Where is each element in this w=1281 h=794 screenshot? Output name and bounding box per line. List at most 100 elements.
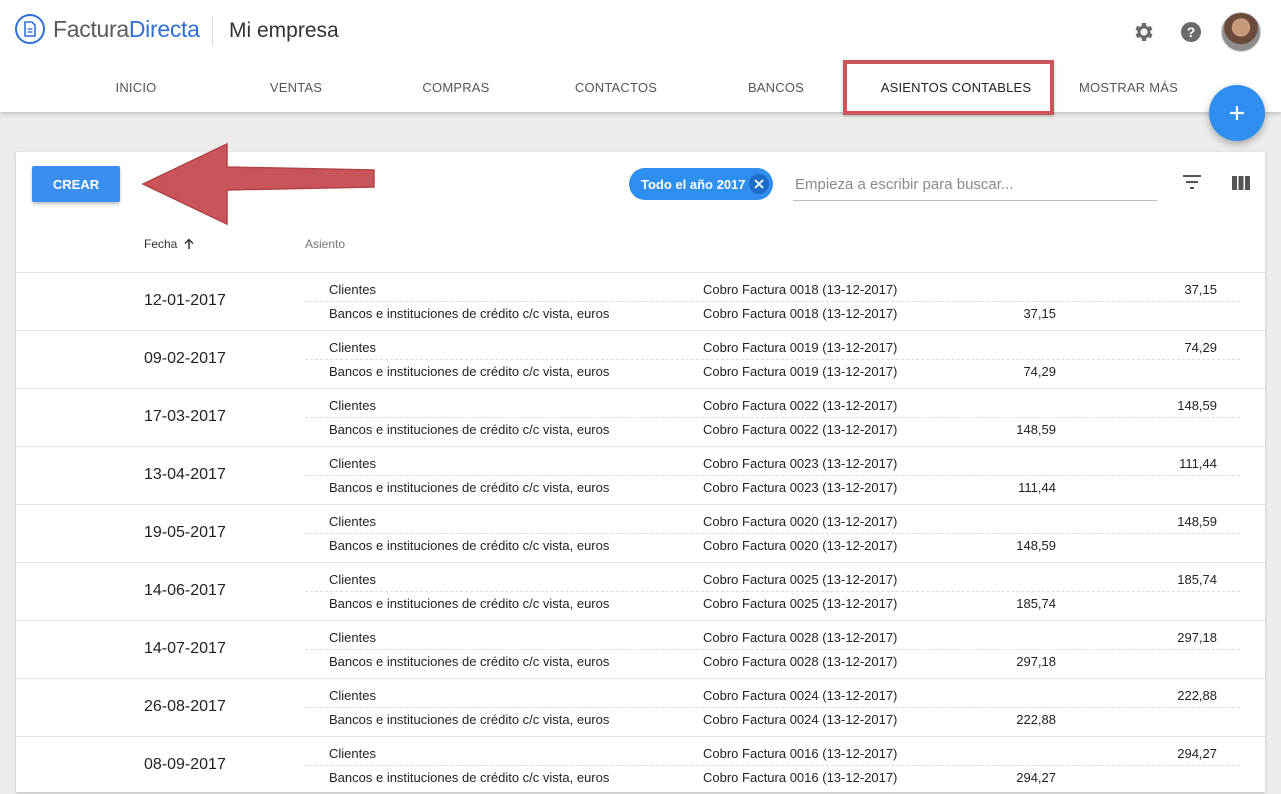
entry-line: Clientes Cobro Factura 0028 (13-12-2017) 2… [305,625,1240,650]
company-name[interactable]: Mi empresa [229,19,339,43]
tab-contactos[interactable]: CONTACTOS [536,62,696,112]
entry-description: Cobro Factura 0018 (13-12-2017) [703,306,898,321]
debit-amount: 37,15 [1023,306,1056,321]
entry-line: Clientes Cobro Factura 0025 (13-12-2017) 1… [305,567,1240,592]
credit-amount: 222,88 [1177,688,1217,703]
plus-icon [1230,106,1244,120]
account-name: Clientes [329,398,376,413]
account-name: Clientes [329,456,376,471]
credit-amount: 74,29 [1184,340,1217,355]
columns-view-icon[interactable] [1232,176,1250,195]
tab-inicio[interactable]: INICIO [56,62,216,112]
entry-date: 09-02-2017 [144,350,226,367]
table-row[interactable]: 09-02-2017 Clientes Cobro Factura 0019 (13… [16,330,1265,388]
table-row[interactable]: 26-08-2017 Clientes Cobro Factura 0024 (13… [16,678,1265,736]
help-icon[interactable]: ? [1171,12,1211,52]
tab-bancos[interactable]: BANCOS [696,62,856,112]
account-name: Bancos e instituciones de crédito c/c vi… [329,712,610,727]
debit-amount: 74,29 [1023,364,1056,379]
entry-date: 12-01-2017 [144,292,226,309]
entry-date: 14-06-2017 [144,582,226,599]
svg-text:?: ? [1187,24,1196,40]
credit-amount: 148,59 [1177,398,1217,413]
entry-date: 19-05-2017 [144,524,226,541]
entry-line: Bancos e instituciones de crédito c/c vi… [305,475,1240,499]
entries-list: 12-01-2017 Clientes Cobro Factura 0018 (13… [16,272,1265,794]
entry-line: Bancos e instituciones de crédito c/c vi… [305,707,1240,731]
credit-amount: 148,59 [1177,514,1217,529]
account-name: Clientes [329,746,376,761]
table-row[interactable]: 14-06-2017 Clientes Cobro Factura 0025 (13… [16,562,1265,620]
debit-amount: 294,27 [1016,770,1056,785]
settings-icon[interactable] [1123,12,1163,52]
entry-date: 14-07-2017 [144,640,226,657]
credit-amount: 111,44 [1179,456,1217,471]
credit-amount: 37,15 [1184,282,1217,297]
entry-description: Cobro Factura 0024 (13-12-2017) [703,712,898,727]
arrow-up-icon [184,238,194,249]
tab-ventas[interactable]: VENTAS [216,62,376,112]
logo-word-2: Directa [128,15,200,42]
add-fab-button[interactable] [1209,85,1265,141]
entry-description: Cobro Factura 0022 (13-12-2017) [703,422,898,437]
document-icon [15,14,45,44]
entry-line: Bancos e instituciones de crédito c/c vi… [305,417,1240,441]
entry-line: Clientes Cobro Factura 0018 (13-12-2017) 3… [305,277,1240,302]
entry-line: Bancos e instituciones de crédito c/c vi… [305,649,1240,673]
account-name: Bancos e instituciones de crédito c/c vi… [329,364,610,379]
account-name: Clientes [329,572,376,587]
table-row[interactable]: 19-05-2017 Clientes Cobro Factura 0020 (13… [16,504,1265,562]
table-row[interactable]: 12-01-2017 Clientes Cobro Factura 0018 (13… [16,272,1265,330]
entry-description: Cobro Factura 0025 (13-12-2017) [703,572,898,587]
debit-amount: 297,18 [1016,654,1056,669]
avatar[interactable] [1221,12,1261,52]
column-header-fecha[interactable]: Fecha [144,237,195,251]
entry-description: Cobro Factura 0024 (13-12-2017) [703,688,898,703]
account-name: Clientes [329,282,376,297]
debit-amount: 185,74 [1016,596,1056,611]
account-name: Clientes [329,340,376,355]
entry-description: Cobro Factura 0028 (13-12-2017) [703,654,898,669]
table-row[interactable]: 13-04-2017 Clientes Cobro Factura 0023 (13… [16,446,1265,504]
annotation-arrow [141,142,375,226]
entry-line: Bancos e instituciones de crédito c/c vi… [305,765,1240,789]
filter-chip-label: Todo el año 2017 [641,176,746,192]
debit-amount: 111,44 [1018,480,1056,495]
debit-amount: 148,59 [1016,422,1056,437]
account-name: Bancos e instituciones de crédito c/c vi… [329,654,610,669]
entry-description: Cobro Factura 0018 (13-12-2017) [703,282,898,297]
entry-line: Clientes Cobro Factura 0022 (13-12-2017) 1… [305,393,1240,418]
table-row[interactable]: 08-09-2017 Clientes Cobro Factura 0016 (13… [16,736,1265,794]
entry-line: Clientes Cobro Factura 0023 (13-12-2017) 1… [305,451,1240,476]
facturadirecta-logo[interactable]: FacturaDirecta [15,14,200,44]
entry-line: Bancos e instituciones de crédito c/c vi… [305,359,1240,383]
account-name: Bancos e instituciones de crédito c/c vi… [329,596,610,611]
entry-description: Cobro Factura 0025 (13-12-2017) [703,596,898,611]
top-app-bar: FacturaDirecta Mi empresa ? INICIO VENTA… [0,0,1281,112]
create-button[interactable]: CREAR [32,166,120,202]
tab-compras[interactable]: COMPRAS [376,62,536,112]
entry-description: Cobro Factura 0020 (13-12-2017) [703,538,898,553]
credit-amount: 297,18 [1177,630,1217,645]
entry-date: 17-03-2017 [144,408,226,425]
logo-wordmark: FacturaDirecta [53,16,200,43]
credit-amount: 294,27 [1177,746,1217,761]
account-name: Bancos e instituciones de crédito c/c vi… [329,306,610,321]
close-icon[interactable] [749,174,769,194]
account-name: Clientes [329,630,376,645]
column-header-asiento[interactable]: Asiento [305,237,345,251]
annotation-highlight-box [843,60,1054,115]
table-row[interactable]: 17-03-2017 Clientes Cobro Factura 0022 (13… [16,388,1265,446]
search-input[interactable] [793,168,1157,201]
header-divider [212,16,213,46]
entry-line: Clientes Cobro Factura 0019 (13-12-2017) 7… [305,335,1240,360]
tab-mostrar-mas[interactable]: MOSTRAR MÁS [1056,62,1201,112]
table-row[interactable]: 14-07-2017 Clientes Cobro Factura 0028 (13… [16,620,1265,678]
entry-description: Cobro Factura 0016 (13-12-2017) [703,770,898,785]
entry-description: Cobro Factura 0023 (13-12-2017) [703,480,898,495]
header-actions: ? [1115,12,1261,52]
filter-icon[interactable] [1182,174,1202,195]
logo-word-1: Factura [53,15,129,42]
year-filter-chip[interactable]: Todo el año 2017 [629,168,773,200]
entry-line: Bancos e instituciones de crédito c/c vi… [305,301,1240,325]
